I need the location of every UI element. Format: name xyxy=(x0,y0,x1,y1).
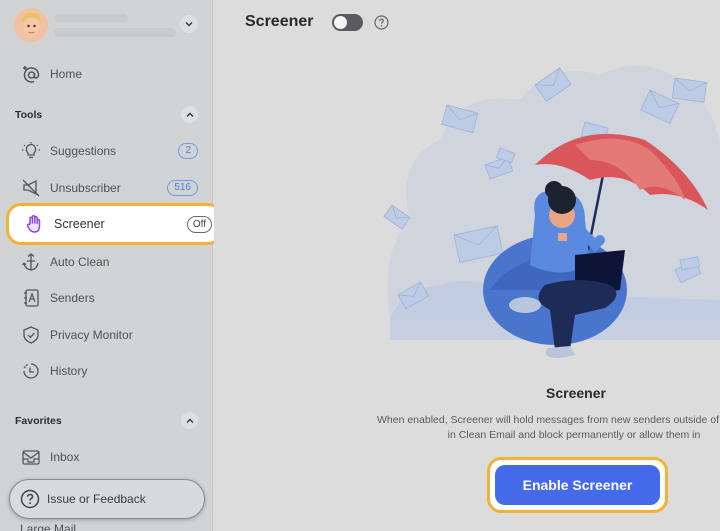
chevron-up-icon[interactable] xyxy=(181,412,198,429)
at-sign-icon xyxy=(20,63,42,85)
shield-check-icon xyxy=(20,324,42,346)
screener-toggle[interactable] xyxy=(332,14,363,31)
sidebar-item-history[interactable]: History xyxy=(8,354,206,388)
suggestions-count-badge: 2 xyxy=(178,143,198,159)
favorites-section-header: Favorites xyxy=(15,415,62,427)
sidebar-item-label: Auto Clean xyxy=(50,255,110,269)
anchor-icon xyxy=(20,251,42,273)
sidebar-item-senders[interactable]: Senders xyxy=(8,281,206,315)
sidebar-item-privacy-monitor[interactable]: Privacy Monitor xyxy=(8,318,206,352)
screener-illustration xyxy=(383,65,720,358)
sidebar-item-auto-clean[interactable]: Auto Clean xyxy=(8,245,206,279)
chevron-down-icon[interactable] xyxy=(180,15,198,33)
hand-icon xyxy=(23,213,45,235)
sidebar-item-label: Senders xyxy=(50,291,95,305)
sidebar-item-label: Privacy Monitor xyxy=(50,328,133,342)
page-title: Screener xyxy=(245,13,314,30)
chevron-up-icon[interactable] xyxy=(181,106,198,123)
question-circle-icon xyxy=(20,489,40,509)
feedback-label: Issue or Feedback xyxy=(47,492,146,506)
tools-section-header: Tools xyxy=(15,109,43,121)
sidebar-item-home[interactable]: Home xyxy=(8,57,206,91)
avatar xyxy=(14,8,48,42)
muted-megaphone-icon xyxy=(20,177,42,199)
sidebar-item-unsubscriber[interactable]: Unsubscriber 516 xyxy=(8,171,206,205)
sidebar-item-suggestions[interactable]: Suggestions 2 xyxy=(8,134,206,168)
description-line-2: in Clean Email and block permanently or … xyxy=(447,429,701,441)
enable-screener-button[interactable]: Enable Screener xyxy=(495,465,660,505)
unsubscriber-count-badge: 516 xyxy=(167,180,198,196)
screener-status-badge: Off xyxy=(186,216,212,233)
lightbulb-icon xyxy=(20,140,42,162)
empty-state-title: Screener xyxy=(546,385,606,401)
empty-state-description: When enabled, Screener will hold message… xyxy=(338,413,720,443)
sidebar-item-label: Unsubscriber xyxy=(50,181,121,195)
sidebar-item-large-mail[interactable]: Large Mail xyxy=(20,522,76,531)
account-email-placeholder xyxy=(54,28,176,37)
sidebar-item-label: History xyxy=(50,364,88,378)
description-line-1: When enabled, Screener will hold message… xyxy=(376,414,719,426)
toggle-knob xyxy=(334,16,347,29)
account-name-placeholder xyxy=(54,14,128,22)
contact-book-icon xyxy=(20,287,42,309)
main-panel: Screener Screener When enabled, Screener… xyxy=(214,0,720,531)
sidebar-item-label: Suggestions xyxy=(50,144,117,158)
issue-feedback-button[interactable]: Issue or Feedback xyxy=(9,479,205,519)
clock-history-icon xyxy=(20,360,42,382)
sidebar-item-label: Inbox xyxy=(50,450,80,464)
sidebar-item-inbox[interactable]: Inbox xyxy=(8,440,206,474)
sidebar-item-screener[interactable]: Screener Off xyxy=(6,203,223,245)
sidebar-item-label: Screener xyxy=(54,217,105,231)
inbox-icon xyxy=(20,446,42,468)
help-icon[interactable] xyxy=(374,15,389,30)
sidebar-item-label: Home xyxy=(50,67,83,81)
enable-screener-highlight: Enable Screener xyxy=(487,457,668,513)
account-switcher[interactable] xyxy=(12,8,202,42)
sidebar: Home Tools Suggestions 2 Unsubscriber 51… xyxy=(0,0,223,531)
